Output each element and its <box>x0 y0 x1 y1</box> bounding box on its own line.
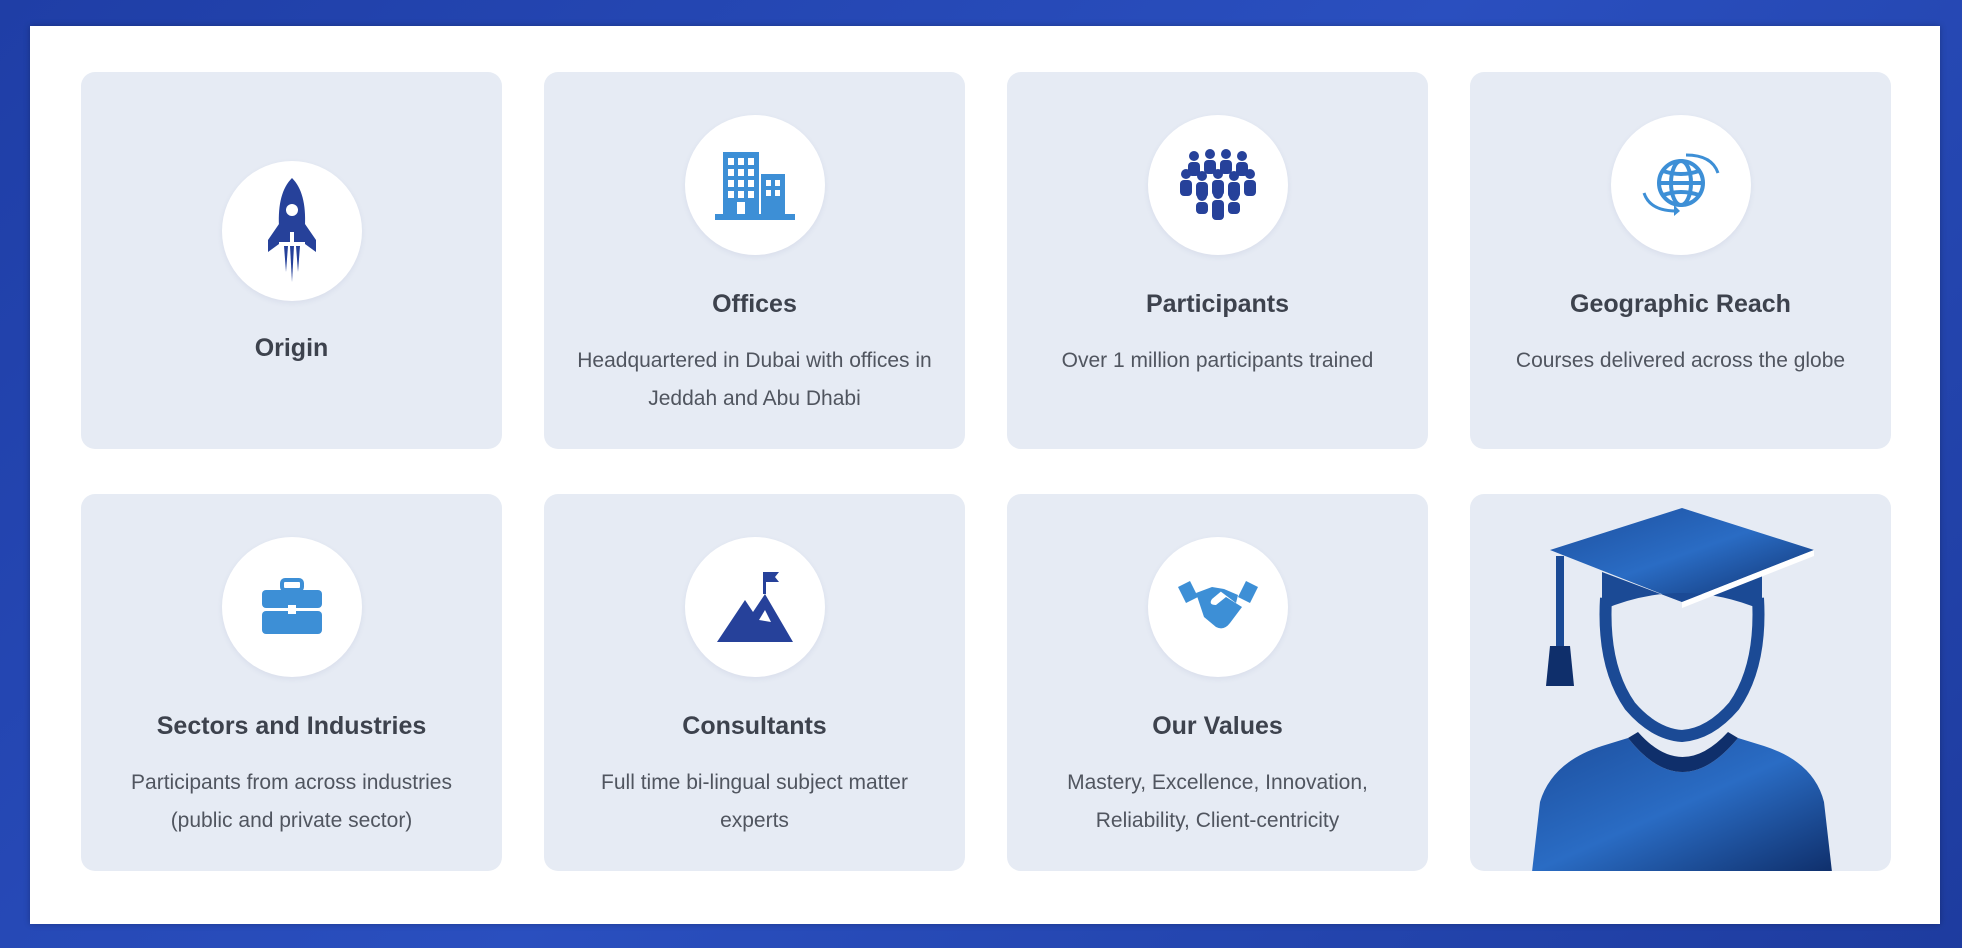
card-title: Offices <box>712 290 797 318</box>
icon-circle <box>221 537 362 677</box>
icon-circle <box>684 115 825 255</box>
globe-icon <box>1642 153 1719 216</box>
card-participants: Participants Over 1 million participants… <box>1007 72 1428 449</box>
card-offices: Offices Headquartered in Dubai with offi… <box>544 72 965 449</box>
feature-grid: Origin Offices Headquartered in Dubai wi… <box>81 72 1891 871</box>
rocket-icon <box>267 178 316 282</box>
card-description: Headquartered in Dubai with offices in J… <box>577 349 932 410</box>
card-title: Origin <box>254 334 329 362</box>
card-title: Consultants <box>682 712 827 740</box>
card-title: Sectors and Industries <box>156 712 427 740</box>
card-title: Geographic Reach <box>1570 290 1791 318</box>
icon-circle <box>684 537 825 677</box>
outer-frame: Origin Offices Headquartered in Dubai wi… <box>0 0 1962 948</box>
handshake-icon <box>1177 581 1258 629</box>
card-geographic-reach: Geographic Reach Courses delivered acros… <box>1470 72 1891 449</box>
card-description: Over 1 million participants trained <box>1061 349 1374 372</box>
card-consultants: Consultants Full time bi-lingual subject… <box>544 494 965 871</box>
card-description: Participants from across industries (pub… <box>131 771 452 832</box>
icon-circle <box>1147 537 1288 677</box>
card-graduate-image <box>1470 494 1891 871</box>
graduate-icon <box>1532 508 1832 871</box>
card-our-values: Our Values Mastery, Excellence, Innovati… <box>1007 494 1428 871</box>
mountain-flag-icon <box>716 572 793 642</box>
people-group-icon <box>1179 149 1256 220</box>
card-origin: Origin <box>81 72 502 449</box>
briefcase-icon <box>261 578 322 634</box>
content-panel: Origin Offices Headquartered in Dubai wi… <box>30 26 1940 924</box>
card-title: Participants <box>1145 290 1290 318</box>
office-building-icon <box>714 152 795 220</box>
card-description: Full time bi-lingual subject matter expe… <box>601 771 908 832</box>
icon-circle <box>1147 115 1288 255</box>
icon-circle <box>221 161 362 301</box>
card-description: Mastery, Excellence, Innovation, Reliabi… <box>1067 771 1368 832</box>
icon-circle <box>1610 115 1751 255</box>
card-sectors-industries: Sectors and Industries Participants from… <box>81 494 502 871</box>
card-title: Our Values <box>1152 712 1283 740</box>
card-description: Courses delivered across the globe <box>1515 349 1846 372</box>
